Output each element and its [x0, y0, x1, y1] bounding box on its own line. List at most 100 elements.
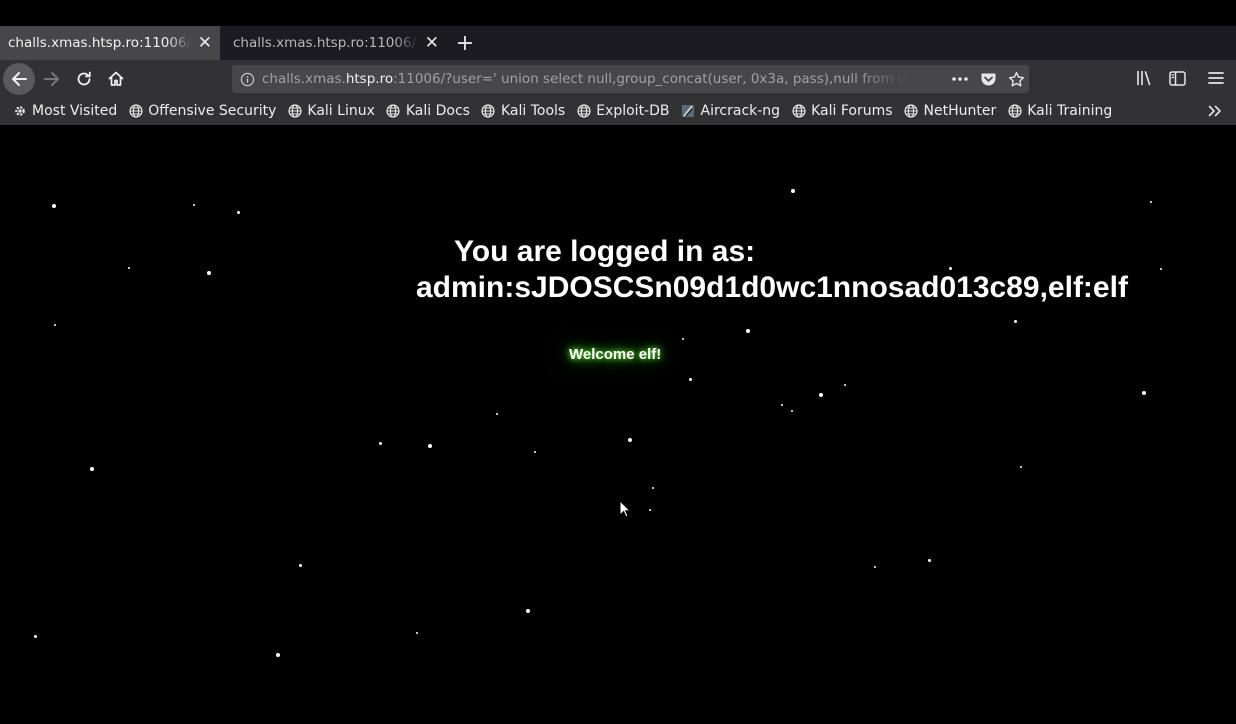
bookmark-kali-tools[interactable]: Kali Tools — [481, 103, 565, 119]
bookmark-most-visited[interactable]: Most Visited — [12, 103, 117, 119]
bookmark-kali-linux[interactable]: Kali Linux — [287, 103, 375, 119]
bookmark-label: Exploit-DB — [596, 103, 670, 119]
snow-dot — [652, 487, 654, 489]
bookmark-label: Most Visited — [32, 103, 118, 119]
bookmark-star-button[interactable] — [1007, 70, 1025, 88]
bookmarks-overflow-button[interactable] — [1206, 101, 1224, 121]
snow-dot — [52, 204, 56, 208]
reload-button[interactable] — [69, 64, 99, 94]
bookmark-kali-docs[interactable]: Kali Docs — [386, 103, 470, 119]
url-domain: htsp.ro — [345, 71, 394, 87]
bookmark-label: Kali Linux — [307, 103, 375, 119]
more-dots-icon — [952, 77, 968, 81]
welcome-message: Welcome elf! — [569, 346, 662, 363]
globe-icon — [287, 104, 302, 119]
globe-icon — [791, 104, 806, 119]
snow-dot — [193, 204, 195, 206]
snow-dot — [128, 267, 130, 269]
bookmark-label: Kali Tools — [500, 103, 566, 119]
tab-inactive[interactable]: challs.xmas.htsp.ro:11006/?user=' union … — [225, 26, 447, 60]
library-icon — [1137, 70, 1151, 86]
heading-line-1: You are logged in as: — [454, 235, 756, 268]
bookmark-nethunter[interactable]: NetHunter — [904, 103, 997, 119]
chevron-double-right-icon — [1208, 105, 1221, 117]
aircrack-icon — [681, 104, 696, 119]
snow-dot — [1013, 319, 1017, 323]
hamburger-icon — [1208, 72, 1224, 84]
snow-dot — [927, 558, 931, 562]
bookmark-kali-training[interactable]: Kali Training — [1007, 103, 1112, 119]
url-suffix: :11006/?user=' union select null,group_c… — [393, 71, 907, 87]
snow-dot — [1020, 466, 1022, 468]
bookmark-kali-forums[interactable]: Kali Forums — [791, 103, 893, 119]
snow-dot — [534, 451, 536, 453]
snow-dot — [276, 653, 280, 657]
globe-icon — [576, 104, 591, 119]
window-top-strip — [0, 0, 1236, 26]
bookmark-label: Offensive Security — [148, 103, 277, 119]
snow-dot — [236, 210, 240, 214]
globe-icon — [128, 104, 143, 119]
snow-dot — [746, 329, 750, 333]
snow-dot — [90, 467, 94, 471]
reload-icon — [77, 71, 91, 86]
gear-icon — [12, 104, 27, 119]
snow-dot — [649, 509, 651, 511]
snow-dot — [1142, 391, 1146, 395]
bookmarks-toolbar: Most Visited Offensive Security Kali Lin… — [0, 97, 1236, 125]
snow-dot — [819, 393, 823, 397]
snow-dot — [791, 189, 795, 193]
home-button[interactable] — [101, 64, 131, 94]
bookmark-label: Kali Forums — [811, 103, 893, 119]
close-icon[interactable]: ✕ — [198, 34, 212, 52]
url-input[interactable]: challs.xmas.htsp.ro:11006/?user=' union … — [262, 71, 907, 87]
heading-line-2: admin:sJDOSCSn09d1d0wc1nnosad013c89,elf:… — [416, 271, 1128, 304]
forward-button[interactable] — [37, 64, 67, 94]
url-prefix: challs.xmas. — [262, 71, 346, 87]
page-actions-button[interactable] — [951, 70, 969, 88]
new-tab-button[interactable]: + — [452, 26, 478, 60]
globe-icon — [904, 104, 919, 119]
plus-icon: + — [455, 30, 475, 56]
address-bar[interactable]: challs.xmas.htsp.ro:11006/?user=' union … — [232, 65, 1029, 93]
url-actions — [951, 65, 1025, 93]
page-content: You are logged in as: admin:sJDOSCSn09d1… — [0, 125, 1236, 724]
site-info-icon[interactable] — [232, 72, 262, 87]
snow-dot — [526, 609, 530, 613]
navigation-toolbar: challs.xmas.htsp.ro:11006/?user=' union … — [0, 60, 1236, 97]
bookmark-label: NetHunter — [923, 103, 997, 119]
snow-dot — [682, 338, 684, 340]
bookmark-offensive-security[interactable]: Offensive Security — [128, 103, 276, 119]
snow-dot — [844, 384, 846, 386]
logged-in-heading: You are logged in as: admin:sJDOSCSn09d1… — [416, 234, 1196, 306]
snow-dot — [378, 441, 382, 445]
menu-button[interactable] — [1205, 67, 1227, 89]
pocket-button[interactable] — [979, 70, 997, 88]
snow-dot — [298, 563, 302, 567]
back-arrow-icon — [12, 72, 27, 86]
tab-bar: challs.xmas.htsp.ro:11006/?user=' union … — [0, 26, 1236, 60]
tab-active[interactable]: challs.xmas.htsp.ro:11006/?user=' union … — [0, 26, 220, 60]
mouse-cursor-icon — [619, 500, 631, 518]
tab-title: challs.xmas.htsp.ro:11006/?user=' union … — [233, 35, 419, 51]
snow-dot — [54, 324, 56, 326]
close-icon[interactable]: ✕ — [425, 34, 439, 52]
bookmark-exploit-db[interactable]: Exploit-DB — [576, 103, 670, 119]
snow-dot — [1150, 201, 1152, 203]
library-button[interactable] — [1134, 67, 1156, 89]
snow-dot — [416, 632, 418, 634]
forward-arrow-icon — [44, 72, 59, 86]
snow-dot — [496, 413, 498, 415]
snow-dot — [207, 271, 211, 275]
home-icon — [108, 71, 124, 86]
snow-dot — [628, 438, 632, 442]
sidebar-button[interactable] — [1166, 67, 1188, 89]
back-button[interactable] — [3, 63, 35, 95]
bookmark-label: Kali Docs — [405, 103, 470, 119]
star-icon — [1008, 71, 1024, 86]
snow-dot — [791, 410, 793, 412]
snow-dot — [33, 634, 37, 638]
bookmark-label: Kali Training — [1027, 103, 1113, 119]
globe-icon — [1007, 104, 1022, 119]
bookmark-aircrack-ng[interactable]: Aircrack-ng — [681, 103, 780, 119]
